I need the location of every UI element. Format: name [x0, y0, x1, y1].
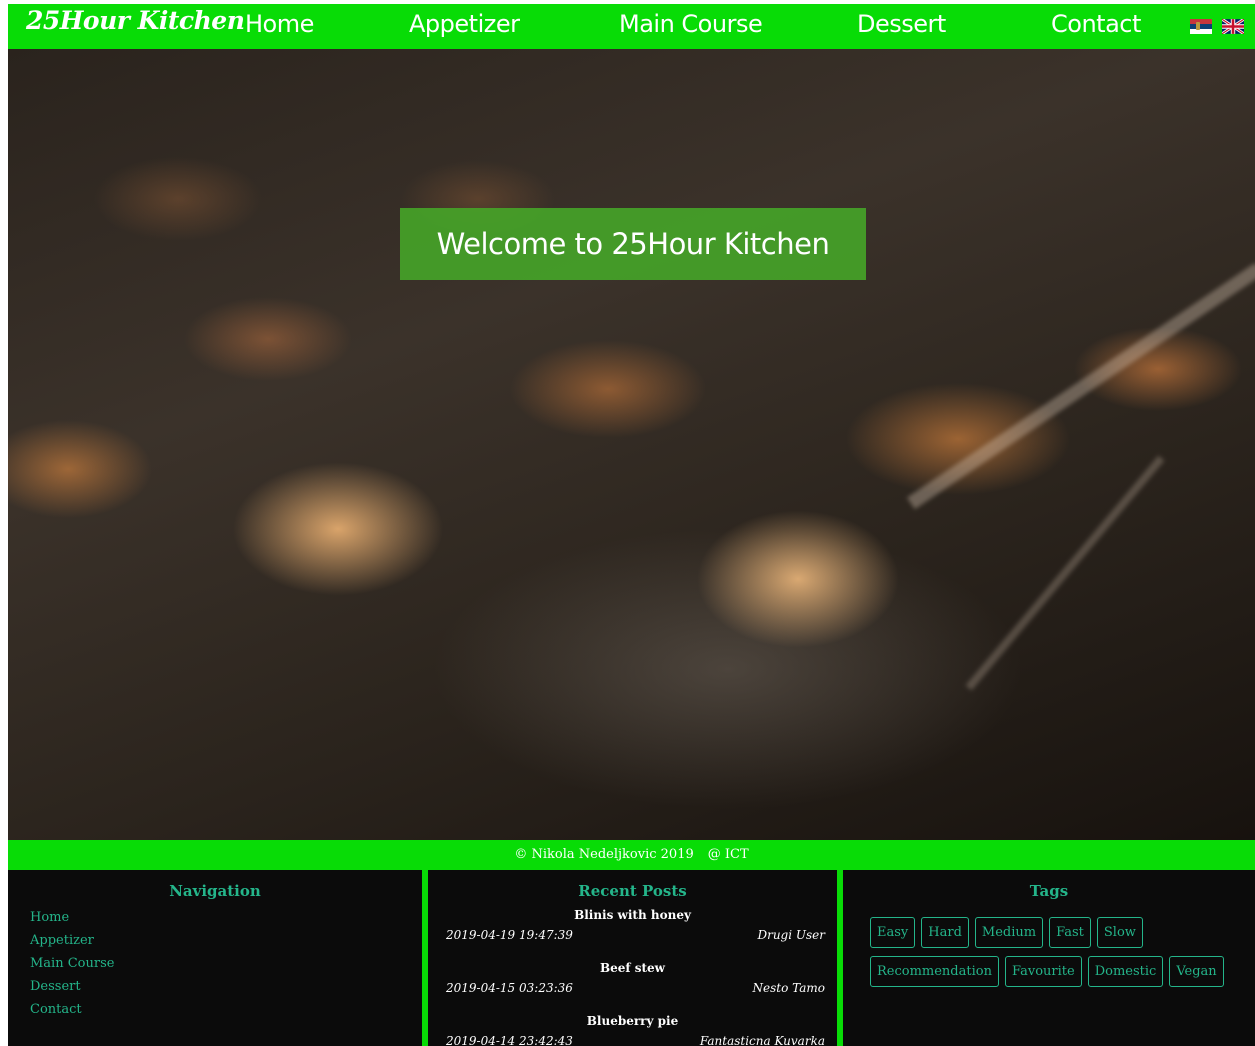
tag-medium[interactable]: Medium	[974, 917, 1044, 948]
nav-appetizer[interactable]: Appetizer	[409, 10, 520, 38]
uk-flag-icon[interactable]	[1221, 17, 1245, 36]
footer-nav-contact[interactable]: Contact	[30, 998, 114, 1021]
welcome-text: Welcome to 25Hour Kitchen	[436, 227, 830, 261]
tag-domestic[interactable]: Domestic	[1087, 956, 1164, 987]
post-title[interactable]: Blueberry pie	[428, 1014, 837, 1028]
post-date: 2019-04-19 19:47:39	[446, 928, 573, 942]
footer-nav-home[interactable]: Home	[30, 906, 114, 929]
post-author: Drugi User	[757, 928, 825, 942]
post-title[interactable]: Beef stew	[428, 961, 837, 975]
footer-navigation-title: Navigation	[169, 882, 261, 900]
footer-recent-posts: Recent Posts Blinis with honey 2019-04-1…	[422, 870, 843, 1046]
footer-nav-appetizer[interactable]: Appetizer	[30, 929, 114, 952]
tag-cloud: Easy Hard Medium Fast Slow Recommendatio…	[870, 917, 1230, 987]
copyright-text: © Nikola Nedeljkovic 2019	[514, 847, 694, 862]
post-date: 2019-04-15 03:23:36	[446, 981, 573, 995]
post-title[interactable]: Blinis with honey	[428, 908, 837, 922]
footer-tags: Tags Easy Hard Medium Fast Slow Recommen…	[843, 870, 1255, 1046]
copyright-bar: © Nikola Nedeljkovic 2019 @ ICT	[8, 840, 1255, 870]
recent-posts-title: Recent Posts	[578, 882, 687, 900]
tag-vegan[interactable]: Vegan	[1169, 956, 1224, 987]
tags-title: Tags	[1029, 882, 1069, 900]
recent-post-item[interactable]: Blinis with honey 2019-04-19 19:47:39 Dr…	[428, 908, 837, 961]
hero-banner: Welcome to 25Hour Kitchen	[8, 49, 1255, 840]
copyright-org: @ ICT	[707, 847, 749, 862]
hero-light-streak	[906, 262, 1255, 510]
serbian-flag-icon[interactable]	[1190, 19, 1212, 34]
nav-home[interactable]: Home	[245, 10, 314, 38]
welcome-banner: Welcome to 25Hour Kitchen	[400, 208, 866, 280]
nav-main-course[interactable]: Main Course	[619, 10, 763, 38]
recent-post-item[interactable]: Beef stew 2019-04-15 03:23:36 Nesto Tamo	[428, 961, 837, 1014]
hero-light-streak	[965, 455, 1165, 691]
tag-favourite[interactable]: Favourite	[1004, 956, 1082, 987]
nav-dessert[interactable]: Dessert	[857, 10, 946, 38]
footer-navigation: Navigation Home Appetizer Main Course De…	[8, 870, 422, 1046]
post-date: 2019-04-14 23:42:43	[446, 1034, 573, 1046]
tag-fast[interactable]: Fast	[1049, 917, 1091, 948]
post-author: Nesto Tamo	[752, 981, 825, 995]
page: 25Hour Kitchen Home Appetizer Main Cours…	[8, 4, 1255, 1046]
footer: Navigation Home Appetizer Main Course De…	[8, 870, 1255, 1046]
footer-nav-main-course[interactable]: Main Course	[30, 952, 114, 975]
nav-contact[interactable]: Contact	[1051, 10, 1141, 38]
recent-post-item[interactable]: Blueberry pie 2019-04-14 23:42:43 Fantas…	[428, 1014, 837, 1046]
post-author: Fantasticna Kuvarka	[699, 1034, 825, 1046]
top-navbar: 25Hour Kitchen Home Appetizer Main Cours…	[8, 4, 1255, 49]
tag-slow[interactable]: Slow	[1096, 917, 1143, 948]
footer-nav-dessert[interactable]: Dessert	[30, 975, 114, 998]
tag-recommendation[interactable]: Recommendation	[870, 956, 999, 987]
tag-hard[interactable]: Hard	[921, 917, 969, 948]
tag-easy[interactable]: Easy	[870, 917, 916, 948]
footer-nav-list: Home Appetizer Main Course Dessert Conta…	[30, 906, 114, 1021]
brand-logo[interactable]: 25Hour Kitchen	[26, 6, 245, 35]
